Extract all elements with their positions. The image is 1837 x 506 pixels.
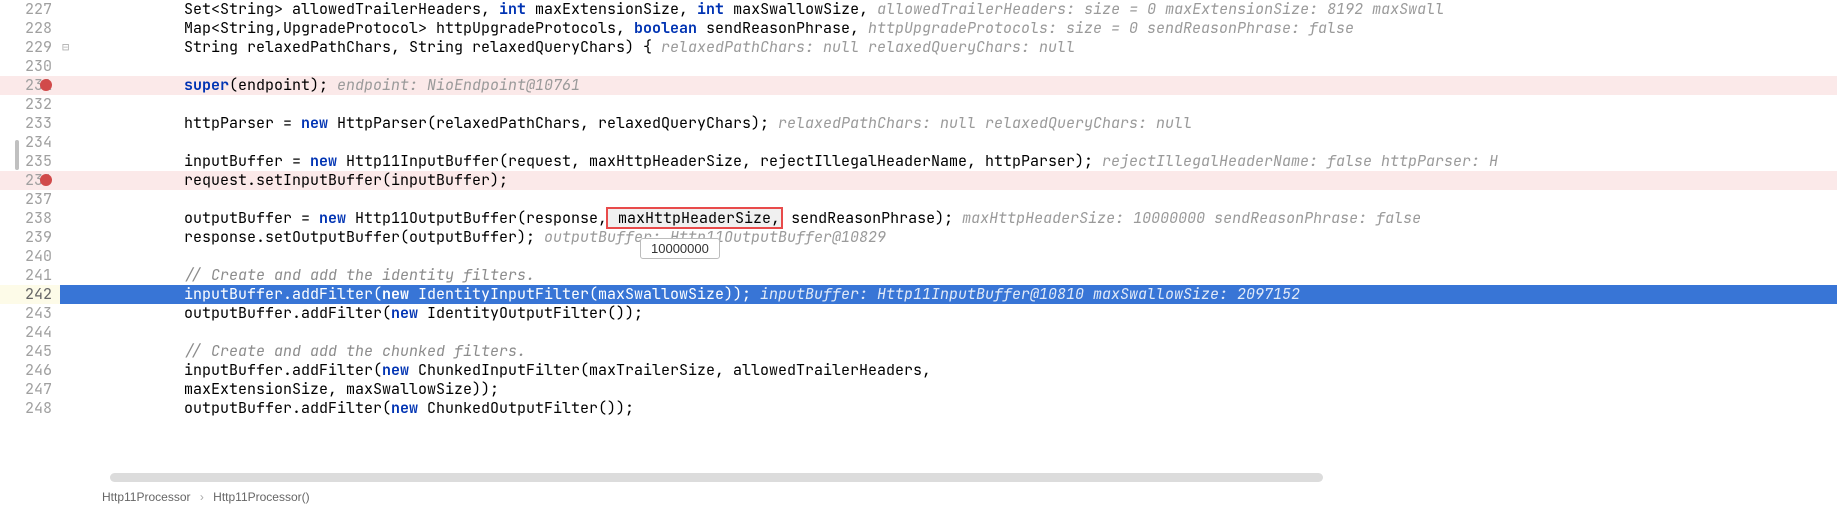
gutter-mark[interactable]: [60, 114, 94, 133]
code-line[interactable]: 227 Set<String> allowedTrailerHeaders, i…: [0, 0, 1837, 19]
line-number[interactable]: 232: [0, 95, 60, 114]
editor-lines[interactable]: 227 Set<String> allowedTrailerHeaders, i…: [0, 0, 1837, 506]
code-text[interactable]: outputBuffer.addFilter(new ChunkedOutput…: [94, 399, 634, 418]
line-number[interactable]: 230: [0, 57, 60, 76]
horizontal-scrollbar[interactable]: [100, 471, 1833, 484]
code-text[interactable]: outputBuffer.addFilter(new IdentityOutpu…: [94, 304, 643, 323]
code-line[interactable]: 231 super(endpoint); endpoint: NioEndpoi…: [0, 76, 1837, 95]
line-number[interactable]: 246: [0, 361, 60, 380]
gutter-mark[interactable]: [60, 323, 94, 342]
code-line[interactable]: 240: [0, 247, 1837, 266]
code-text[interactable]: super(endpoint); endpoint: NioEndpoint@1…: [94, 76, 580, 95]
code-text[interactable]: maxExtensionSize, maxSwallowSize));: [94, 380, 499, 399]
gutter-mark[interactable]: [60, 266, 94, 285]
gutter-mark[interactable]: [60, 285, 94, 304]
code-line[interactable]: 233 httpParser = new HttpParser(relaxedP…: [0, 114, 1837, 133]
code-line[interactable]: 232: [0, 95, 1837, 114]
gutter-mark[interactable]: [60, 399, 94, 418]
code-line[interactable]: 238 outputBuffer = new Http11OutputBuffe…: [0, 209, 1837, 228]
code-text[interactable]: inputBuffer.addFilter(new ChunkedInputFi…: [94, 361, 931, 380]
line-number[interactable]: 229: [0, 38, 60, 57]
gutter-mark[interactable]: [60, 190, 94, 209]
code-editor[interactable]: 227 Set<String> allowedTrailerHeaders, i…: [0, 0, 1837, 506]
code-line[interactable]: 247 maxExtensionSize, maxSwallowSize));: [0, 380, 1837, 399]
code-line[interactable]: 242 inputBuffer.addFilter(new IdentityIn…: [0, 285, 1837, 304]
line-number[interactable]: 240: [0, 247, 60, 266]
code-line[interactable]: 243 outputBuffer.addFilter(new IdentityO…: [0, 304, 1837, 323]
code-text[interactable]: inputBuffer.addFilter(new IdentityInputF…: [94, 285, 1300, 304]
horizontal-scrollbar-thumb[interactable]: [110, 473, 1323, 482]
gutter-mark[interactable]: [60, 342, 94, 361]
line-number[interactable]: 234: [0, 133, 60, 152]
breadcrumb[interactable]: Http11Processor › Http11Processor(): [102, 490, 310, 504]
fold-icon[interactable]: ⊟: [62, 38, 69, 57]
line-number[interactable]: 237: [0, 190, 60, 209]
chevron-right-icon: ›: [200, 490, 204, 504]
gutter-mark[interactable]: [60, 171, 94, 190]
code-line[interactable]: 228 Map<String,UpgradeProtocol> httpUpgr…: [0, 19, 1837, 38]
code-line[interactable]: 239 response.setOutputBuffer(outputBuffe…: [0, 228, 1837, 247]
gutter-mark[interactable]: [60, 0, 94, 19]
code-line[interactable]: 230: [0, 57, 1837, 76]
gutter-mark[interactable]: [60, 247, 94, 266]
code-text[interactable]: Map<String,UpgradeProtocol> httpUpgradeP…: [94, 19, 1354, 38]
line-number[interactable]: 227: [0, 0, 60, 19]
breadcrumb-item[interactable]: Http11Processor(): [213, 490, 309, 504]
code-text[interactable]: // Create and add the chunked filters.: [94, 342, 526, 361]
line-number[interactable]: 235: [0, 152, 60, 171]
gutter-mark[interactable]: [60, 152, 94, 171]
code-line[interactable]: 245 // Create and add the chunked filter…: [0, 342, 1837, 361]
gutter-mark[interactable]: [60, 19, 94, 38]
code-line[interactable]: 248 outputBuffer.addFilter(new ChunkedOu…: [0, 399, 1837, 418]
code-line[interactable]: 236 request.setInputBuffer(inputBuffer);: [0, 171, 1837, 190]
gutter-mark[interactable]: [60, 95, 94, 114]
code-text[interactable]: httpParser = new HttpParser(relaxedPathC…: [94, 114, 1192, 133]
line-number[interactable]: 247: [0, 380, 60, 399]
code-text[interactable]: String relaxedPathChars, String relaxedQ…: [94, 38, 1075, 57]
line-number[interactable]: 244: [0, 323, 60, 342]
code-line[interactable]: 229⊟ String relaxedPathChars, String rel…: [0, 38, 1837, 57]
line-number[interactable]: 243: [0, 304, 60, 323]
code-line[interactable]: 244: [0, 323, 1837, 342]
line-number[interactable]: 241: [0, 266, 60, 285]
line-number[interactable]: 228: [0, 19, 60, 38]
line-number[interactable]: 239: [0, 228, 60, 247]
line-number[interactable]: 242: [0, 285, 60, 304]
line-number[interactable]: 245: [0, 342, 60, 361]
gutter-mark[interactable]: [60, 380, 94, 399]
hover-value-tooltip: 10000000: [640, 238, 720, 259]
code-line[interactable]: 235 inputBuffer = new Http11InputBuffer(…: [0, 152, 1837, 171]
gutter-mark[interactable]: [60, 57, 94, 76]
code-text[interactable]: request.setInputBuffer(inputBuffer);: [94, 171, 508, 190]
gutter-mark[interactable]: [60, 209, 94, 228]
code-line[interactable]: 237: [0, 190, 1837, 209]
code-line[interactable]: 246 inputBuffer.addFilter(new ChunkedInp…: [0, 361, 1837, 380]
gutter-mark[interactable]: [60, 361, 94, 380]
code-text[interactable]: Set<String> allowedTrailerHeaders, int m…: [94, 0, 1444, 19]
code-line[interactable]: 234: [0, 133, 1837, 152]
code-text[interactable]: response.setOutputBuffer(outputBuffer); …: [94, 228, 886, 247]
code-text[interactable]: inputBuffer = new Http11InputBuffer(requ…: [94, 152, 1498, 171]
gutter-mark[interactable]: [60, 304, 94, 323]
gutter-mark[interactable]: [60, 133, 94, 152]
gutter-mark[interactable]: ⊟: [60, 38, 94, 57]
code-text[interactable]: // Create and add the identity filters.: [94, 266, 535, 285]
breakpoint-icon[interactable]: [40, 79, 52, 91]
code-text[interactable]: outputBuffer = new Http11OutputBuffer(re…: [94, 209, 1421, 228]
gutter-mark[interactable]: [60, 76, 94, 95]
line-number[interactable]: 233: [0, 114, 60, 133]
breadcrumb-item[interactable]: Http11Processor: [102, 490, 190, 504]
line-number[interactable]: 238: [0, 209, 60, 228]
breakpoint-icon[interactable]: [40, 174, 52, 186]
code-line[interactable]: 241 // Create and add the identity filte…: [0, 266, 1837, 285]
gutter-mark[interactable]: [60, 228, 94, 247]
line-number[interactable]: 248: [0, 399, 60, 418]
